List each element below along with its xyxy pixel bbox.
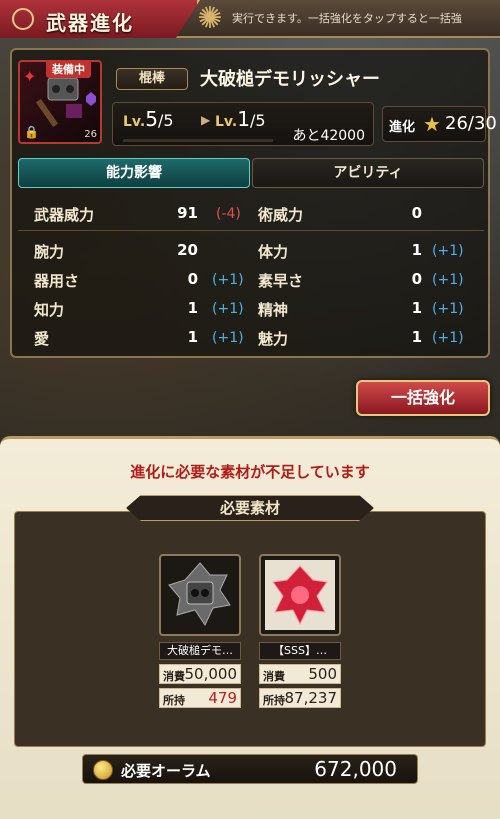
material-consume: 消費 50,000 xyxy=(159,664,241,684)
stat-label: 知力 xyxy=(34,301,65,319)
stat-value: 1 xyxy=(411,328,422,346)
evolution-label: 進化 xyxy=(389,120,416,135)
material-icon-frame xyxy=(159,554,241,636)
stat-weapon-power-value: 91 xyxy=(177,204,198,222)
stat-label: 精神 xyxy=(258,301,289,319)
stat-diff: (+1) xyxy=(212,272,244,288)
exp-remaining: あと42000 xyxy=(292,128,365,144)
stat-diff: (+1) xyxy=(212,301,244,317)
material-consume: 消費 500 xyxy=(259,664,341,684)
current-level: Lv.5/5 xyxy=(123,107,174,131)
page-title: 武器進化 xyxy=(46,11,134,35)
gear-ornament-icon: ✺ xyxy=(197,1,223,36)
material-item[interactable]: 大破槌デモ… 消費 50,000 所持 479 xyxy=(159,554,241,708)
required-aurum-label: 必要オーラム xyxy=(121,762,211,780)
stat-value: 1 xyxy=(411,299,422,317)
stat-value: 1 xyxy=(187,328,198,346)
stat-value: 1 xyxy=(411,241,422,259)
header-bar: 武器進化 ✺ 実行できます。一括強化をタップすると一括強 xyxy=(0,0,500,38)
stat-value: 20 xyxy=(177,241,198,259)
war-hammer-icon xyxy=(168,562,231,627)
stat-label: 器用さ xyxy=(34,272,80,290)
required-aurum-bar: 必要オーラム 672,000 xyxy=(82,754,418,784)
level-box: Lv.5/5 ▶ Lv.1/5 あと42000 xyxy=(112,102,374,146)
stat-diff: (+1) xyxy=(432,301,464,317)
material-name: 【SSS】… xyxy=(259,642,341,660)
stat-diff: (+1) xyxy=(432,330,464,346)
materials-panel: 進化に必要な素材が不足しています 大破槌デモ… 消費 50,000 所持 479 xyxy=(0,436,500,819)
weapon-type-tag: 棍棒 xyxy=(116,68,188,90)
stat-skill-power-label: 術威力 xyxy=(258,206,304,224)
stat-label: 腕力 xyxy=(34,243,65,261)
coin-icon xyxy=(93,760,113,780)
next-level: Lv.1/5 xyxy=(215,107,266,131)
weapon-panel: ✦ 装備中 🔒 26 棍棒 大破槌デモリッシャー Lv.5/5 ▶ Lv.1/5… xyxy=(10,48,497,358)
weapon-name: 大破槌デモリッシャー xyxy=(200,69,380,90)
title-ornament-icon xyxy=(12,8,34,30)
crystal-gem-icon xyxy=(265,560,335,630)
required-aurum-value: 672,000 xyxy=(314,757,397,781)
tab-abilities[interactable]: アビリティ xyxy=(252,158,484,188)
info-ticker: 実行できます。一括強化をタップすると一括強 xyxy=(232,12,462,25)
stat-label: 素早さ xyxy=(258,272,304,290)
stat-value: 0 xyxy=(411,270,422,288)
stat-label: 体力 xyxy=(258,243,289,261)
tab-bar: 能力影響 アビリティ xyxy=(18,158,484,188)
material-name: 大破槌デモ… xyxy=(159,642,241,660)
required-materials-label: 必要素材 xyxy=(126,495,374,521)
weapon-icon-frame[interactable]: ✦ 装備中 🔒 26 xyxy=(18,60,102,144)
insufficient-materials-warning: 進化に必要な素材が不足しています xyxy=(130,463,370,481)
stat-weapon-power-diff: (-4) xyxy=(216,206,241,222)
stat-weapon-power-label: 武器威力 xyxy=(34,206,95,224)
stat-diff: (+1) xyxy=(432,272,464,288)
level-arrow-icon: ▶ xyxy=(201,113,211,127)
equipped-badge: 装備中 xyxy=(46,60,91,78)
exp-bar xyxy=(123,139,273,142)
stat-value: 1 xyxy=(187,299,198,317)
evolution-star-icon: ★ xyxy=(423,112,441,136)
tab-ability-effect[interactable]: 能力影響 xyxy=(18,158,250,188)
material-owned: 所持 87,237 xyxy=(259,688,341,708)
evolution-value: 26/30 xyxy=(445,113,497,134)
stat-skill-power-value: 0 xyxy=(411,204,422,222)
material-owned: 所持 479 xyxy=(159,688,241,708)
lock-icon: 🔒 xyxy=(24,125,39,139)
icon-level: 26 xyxy=(84,129,97,140)
stat-value: 0 xyxy=(187,270,198,288)
divider xyxy=(18,230,484,231)
bulk-enhance-button[interactable]: 一括強化 xyxy=(356,380,490,416)
stat-diff: (+1) xyxy=(212,330,244,346)
material-icon-frame xyxy=(259,554,341,636)
evolution-box: 進化 ★ 26/30 xyxy=(382,106,497,142)
stat-label: 愛 xyxy=(34,330,50,348)
stat-diff: (+1) xyxy=(432,243,464,259)
material-item[interactable]: 【SSS】… 消費 500 所持 87,237 xyxy=(259,554,341,708)
stat-label: 魅力 xyxy=(258,330,289,348)
materials-area: 大破槌デモ… 消費 50,000 所持 479 【SSS】… 消費 500 所持… xyxy=(14,511,486,747)
rarity-star-icon: ✦ xyxy=(23,67,37,86)
